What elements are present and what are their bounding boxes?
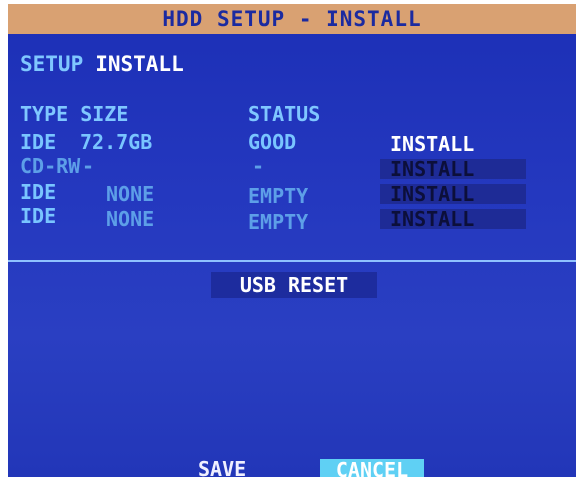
device-status: GOOD bbox=[248, 130, 297, 154]
device-size: - bbox=[82, 154, 95, 178]
screen: HDD SETUP - INSTALL SETUP INSTALL TYPE SI… bbox=[8, 4, 576, 477]
device-type: IDE bbox=[20, 130, 57, 154]
tab-setup[interactable]: SETUP bbox=[20, 52, 83, 76]
save-button[interactable]: SAVE bbox=[198, 459, 246, 477]
device-type: IDE bbox=[20, 204, 57, 228]
window-title: HDD SETUP - INSTALL bbox=[8, 4, 576, 34]
device-type: IDE bbox=[20, 180, 57, 204]
device-type: CD-RW bbox=[20, 154, 81, 178]
device-status: EMPTY bbox=[248, 184, 309, 208]
device-size: NONE bbox=[106, 207, 155, 231]
cancel-button[interactable]: CANCEL bbox=[320, 459, 424, 477]
install-button[interactable]: INSTALL bbox=[380, 209, 526, 229]
device-status: - bbox=[252, 154, 265, 178]
device-size: 72.7GB bbox=[80, 130, 153, 154]
install-button[interactable]: INSTALL bbox=[380, 159, 526, 179]
column-header-type-size: TYPE SIZE bbox=[20, 102, 129, 126]
device-status: EMPTY bbox=[248, 210, 309, 234]
divider bbox=[8, 260, 576, 262]
install-button[interactable]: INSTALL bbox=[380, 184, 526, 204]
column-header-status: STATUS bbox=[248, 102, 321, 126]
usb-reset-button[interactable]: USB RESET bbox=[211, 272, 377, 298]
breadcrumb: SETUP INSTALL bbox=[20, 52, 184, 76]
device-size: NONE bbox=[106, 182, 155, 206]
tab-install[interactable]: INSTALL bbox=[95, 52, 184, 76]
install-button[interactable]: INSTALL bbox=[380, 134, 526, 154]
